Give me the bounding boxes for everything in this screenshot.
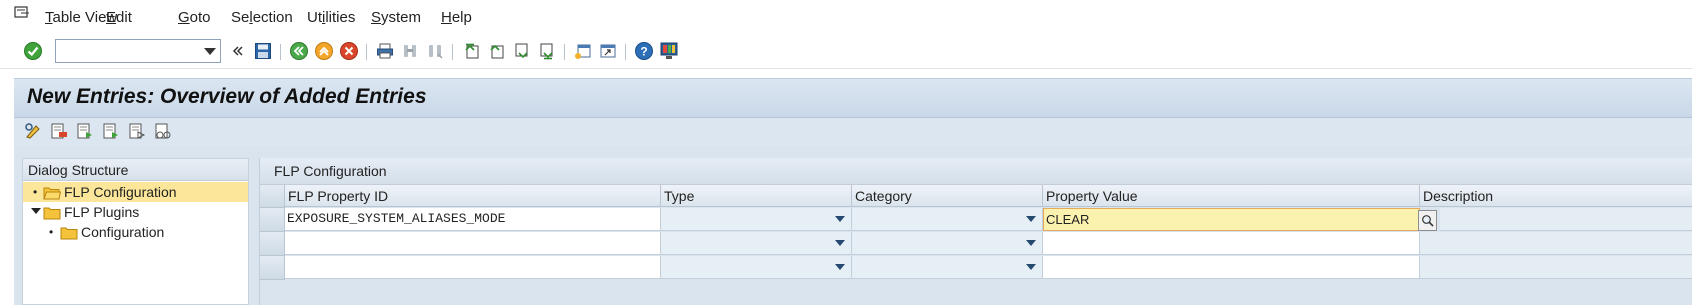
back-double-chevron-icon[interactable] [227, 40, 249, 62]
chevron-down-icon[interactable] [835, 264, 845, 270]
bullet-icon: • [49, 225, 54, 239]
category-dropdown[interactable] [852, 232, 1043, 255]
magnifier-icon [1422, 215, 1434, 227]
page-title: New Entries: Overview of Added Entries [27, 85, 427, 108]
property-id-field[interactable] [285, 256, 661, 279]
menu-help[interactable]: Help [441, 9, 472, 26]
last-page-icon[interactable] [536, 40, 558, 62]
tree-node-label: Configuration [81, 224, 165, 240]
property-id-field[interactable]: EXPOSURE_SYSTEM_ALIASES_MODE [285, 208, 661, 231]
dialog-structure-header: Dialog Structure [23, 159, 248, 181]
toolbar-separator [625, 44, 626, 60]
tree-node-label: FLP Configuration [64, 184, 177, 200]
expand-triangle-icon[interactable] [31, 208, 41, 214]
menu-edit[interactable]: Edit [106, 9, 132, 26]
bullet-icon: • [33, 185, 38, 199]
svg-text:?: ? [640, 45, 647, 59]
table-title: FLP Configuration [260, 158, 1692, 185]
menu-selection[interactable]: Selection [231, 9, 293, 26]
property-value-field[interactable] [1043, 256, 1420, 279]
command-field[interactable] [55, 39, 221, 63]
chevron-down-icon[interactable] [1026, 216, 1036, 222]
save-icon[interactable] [252, 40, 274, 62]
column-header-description[interactable]: Description [1420, 185, 1692, 207]
menu-goto[interactable]: Goto [178, 9, 211, 26]
description-field [1420, 256, 1692, 279]
open-folder-icon [43, 185, 62, 200]
print-icon[interactable] [374, 40, 396, 62]
menu-bar: Table View Edit Goto Selection Utilities… [0, 0, 1692, 34]
back-icon[interactable] [288, 40, 310, 62]
tree-node-flp-configuration[interactable]: • FLP Configuration [23, 182, 248, 202]
toolbar-separator [280, 44, 281, 60]
folder-icon [60, 225, 78, 240]
exit-icon[interactable] [313, 40, 335, 62]
column-header-property-value[interactable]: Property Value [1043, 185, 1420, 207]
description-field [1440, 208, 1692, 231]
menu-system[interactable]: System [371, 9, 421, 26]
command-input[interactable] [56, 40, 196, 62]
type-dropdown[interactable] [661, 256, 852, 279]
table-control-panel: FLP Configuration FLP Property ID Type C… [259, 158, 1692, 305]
type-dropdown[interactable] [661, 232, 852, 255]
delete-icon[interactable] [49, 121, 69, 141]
change-display-icon[interactable] [23, 121, 43, 141]
value-help-button[interactable] [1418, 210, 1437, 231]
tree-node-flp-plugins[interactable]: FLP Plugins [23, 202, 248, 222]
toolbar-separator [564, 44, 565, 60]
tree-node-label: FLP Plugins [64, 204, 140, 220]
copy-as-icon[interactable] [75, 121, 95, 141]
column-header-type[interactable]: Type [661, 185, 852, 207]
enter-icon[interactable] [22, 40, 44, 62]
tree-node-configuration[interactable]: • Configuration [23, 222, 248, 242]
chevron-down-icon[interactable] [204, 48, 216, 55]
column-header-category[interactable]: Category [852, 185, 1043, 207]
chevron-down-icon[interactable] [1026, 264, 1036, 270]
folder-icon [43, 205, 61, 220]
dialog-structure-panel: Dialog Structure • FLP Configuration FLP… [22, 158, 249, 305]
toolbar-separator [366, 44, 367, 60]
property-value-field[interactable]: CLEAR [1043, 208, 1420, 231]
category-dropdown[interactable] [852, 256, 1043, 279]
menu-utilities[interactable]: Utilities [307, 9, 355, 26]
toolbar-separator [452, 44, 453, 60]
property-id-field[interactable] [285, 232, 661, 255]
help-icon[interactable]: ? [633, 40, 655, 62]
description-field [1420, 232, 1692, 255]
row-selector[interactable] [260, 232, 285, 256]
select-all-icon[interactable] [101, 121, 121, 141]
column-header-flp-property-id[interactable]: FLP Property ID [285, 185, 661, 207]
previous-page-icon[interactable] [486, 40, 508, 62]
title-bar: New Entries: Overview of Added Entries [14, 78, 1692, 118]
next-page-icon[interactable] [511, 40, 533, 62]
type-dropdown[interactable] [661, 208, 852, 231]
shortcut-icon[interactable] [597, 40, 619, 62]
cancel-icon[interactable] [338, 40, 360, 62]
row-selector[interactable] [260, 208, 285, 232]
chevron-down-icon[interactable] [1026, 240, 1036, 246]
chevron-down-icon[interactable] [835, 216, 845, 222]
create-session-icon[interactable] [572, 40, 594, 62]
first-page-icon[interactable] [461, 40, 483, 62]
chevron-down-icon[interactable] [835, 240, 845, 246]
row-selector[interactable] [260, 256, 285, 280]
panel-splitter[interactable] [250, 158, 258, 305]
find-icon[interactable] [399, 40, 421, 62]
category-dropdown[interactable] [852, 208, 1043, 231]
deselect-all-icon[interactable] [153, 121, 173, 141]
select-block-icon[interactable] [127, 121, 147, 141]
property-value-field[interactable] [1043, 232, 1420, 255]
customize-layout-icon[interactable] [658, 40, 680, 62]
select-all-rows-button[interactable] [260, 185, 285, 208]
system-menu-icon[interactable] [14, 5, 30, 21]
application-toolbar [14, 118, 1692, 146]
standard-toolbar: ? [0, 35, 1692, 69]
find-next-icon[interactable] [424, 40, 446, 62]
